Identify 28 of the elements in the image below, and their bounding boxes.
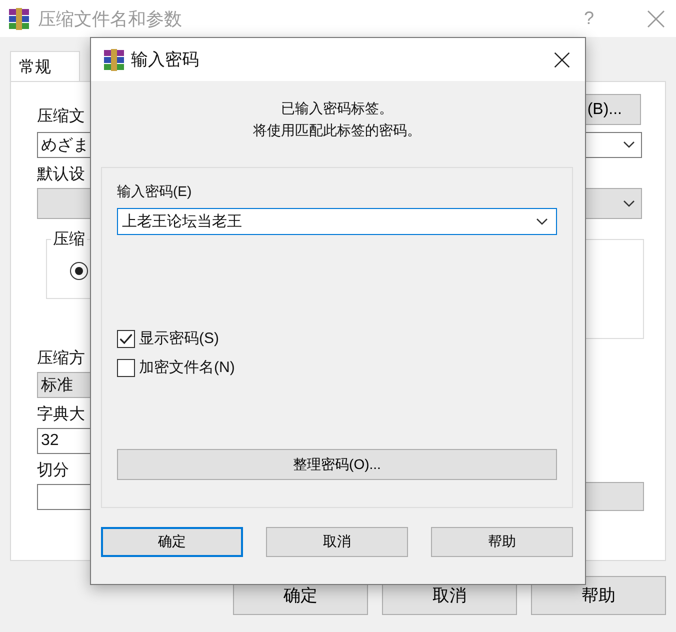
archive-icon [103, 48, 125, 70]
close-icon[interactable] [553, 50, 571, 68]
message-text: 将使用匹配此标签的密码。 [253, 121, 421, 140]
checkbox-label: 加密文件名(N) [139, 358, 235, 377]
chevron-icon [623, 200, 635, 208]
tab[interactable]: 常规 [10, 51, 80, 81]
dialog-button[interactable]: 帮助 [431, 527, 573, 557]
checkbox-label: 显示密码(S) [139, 329, 219, 348]
checkbox[interactable] [117, 358, 135, 376]
chevron-icon [536, 218, 548, 226]
checkbox[interactable] [117, 330, 135, 348]
dialog-title: 输入密码 [131, 49, 199, 71]
field-label: 压缩文 [37, 107, 85, 127]
field-label: 压缩方 [37, 349, 85, 369]
field-label: 输入密码(E) [117, 183, 193, 201]
field-label: 切分 [37, 461, 69, 481]
password-field[interactable]: 上老王论坛当老王 [117, 208, 557, 235]
radio-button[interactable] [70, 262, 88, 280]
field-label: 默认设 [37, 165, 85, 185]
chevron-icon [623, 141, 635, 149]
dialog-button[interactable]: 取消 [266, 527, 408, 557]
message-text: 已输入密码标签。 [281, 99, 393, 118]
window-title: 压缩文件名和参数 [38, 8, 182, 30]
organize-button[interactable]: 整理密码(O)... [117, 449, 557, 480]
dialog-button[interactable]: 帮助 [531, 576, 666, 615]
field-label: 字典大 [37, 405, 85, 425]
archive-icon [8, 8, 30, 30]
dialog-button[interactable]: 确定 [101, 527, 243, 557]
